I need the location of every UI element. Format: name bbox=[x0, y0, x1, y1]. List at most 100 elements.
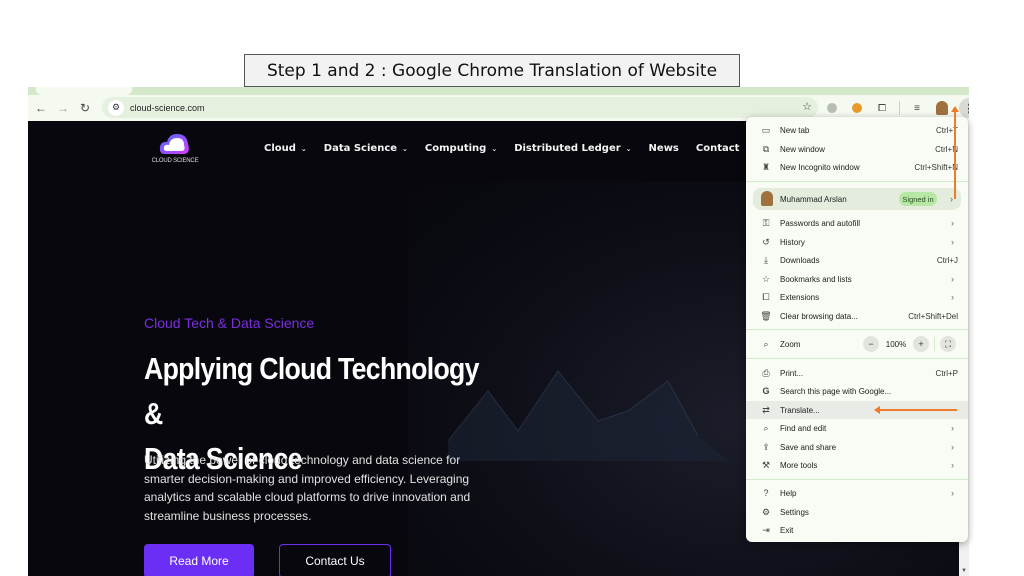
nav-cloud[interactable]: Cloud ⌄ bbox=[264, 143, 307, 154]
menu-shortcut: Ctrl+P bbox=[935, 368, 958, 378]
hero-eyebrow: Cloud Tech & Data Science bbox=[144, 315, 315, 331]
nav-data-science[interactable]: Data Science ⌄ bbox=[324, 143, 408, 154]
menu-downloads[interactable]: ⤓ Downloads Ctrl+J bbox=[746, 251, 968, 269]
nav-label: Cloud bbox=[264, 143, 296, 154]
profile-avatar-icon[interactable] bbox=[934, 100, 950, 116]
star-icon: ☆ bbox=[761, 273, 771, 284]
hero-description: Utilizing the power of cloud technology … bbox=[144, 453, 471, 523]
chevron-right-icon: › bbox=[951, 237, 954, 247]
menu-label: Clear browsing data... bbox=[780, 311, 858, 321]
nav-label: Contact bbox=[695, 143, 740, 154]
menu-label: History bbox=[780, 237, 805, 247]
menu-label: New Incognito window bbox=[780, 162, 860, 172]
menu-profile[interactable]: Muhammad Arslan Signed in › bbox=[753, 188, 961, 210]
menu-find-edit[interactable]: ⌕ Find and edit › bbox=[746, 419, 968, 437]
back-button[interactable]: ← bbox=[30, 97, 52, 119]
menu-new-window[interactable]: ⧉ New window Ctrl+N bbox=[746, 140, 968, 158]
fullscreen-button[interactable]: ⛶ bbox=[940, 336, 956, 352]
menu-print[interactable]: ⎙ Print... Ctrl+P bbox=[746, 364, 968, 382]
menu-shortcut: Ctrl+Shift+Del bbox=[908, 311, 958, 321]
forward-button[interactable]: → bbox=[52, 97, 74, 119]
download-icon: ⤓ bbox=[764, 254, 768, 265]
help-icon: ? bbox=[763, 488, 769, 498]
new-tab-icon: ▭ bbox=[761, 124, 771, 135]
menu-help[interactable]: ? Help › bbox=[746, 484, 968, 502]
menu-shortcut: Ctrl+Shift+N bbox=[914, 162, 958, 172]
menu-label: Help bbox=[780, 488, 797, 498]
translate-icon: ⇄ bbox=[762, 404, 770, 415]
find-icon: ⌕ bbox=[763, 422, 769, 433]
media-controls-icon[interactable]: ≡ bbox=[909, 100, 925, 116]
read-more-button[interactable]: Read More bbox=[144, 544, 254, 576]
menu-label: Extensions bbox=[780, 292, 820, 302]
menu-label: Search this page with Google... bbox=[780, 386, 892, 396]
menu-new-tab[interactable]: ▭ New tab Ctrl+T bbox=[746, 121, 968, 139]
exit-icon: ⇥ bbox=[762, 524, 770, 535]
menu-label: More tools bbox=[780, 460, 818, 470]
menu-exit[interactable]: ⇥ Exit bbox=[746, 521, 968, 539]
logo-text: CLOUD SCIENCE bbox=[151, 158, 199, 164]
menu-zoom: ⌕ Zoom − 100% + ⛶ bbox=[746, 335, 968, 353]
chrome-main-menu: ▭ New tab Ctrl+T ⧉ New window Ctrl+N ♜ New In… bbox=[746, 117, 968, 542]
google-icon: G bbox=[762, 386, 770, 396]
step-caption: Step 1 and 2 : Google Chrome Translation… bbox=[244, 54, 740, 87]
menu-extensions[interactable]: ⧠ Extensions › bbox=[746, 288, 968, 306]
trash-icon: 🗑 bbox=[760, 310, 772, 321]
printer-icon: ⎙ bbox=[762, 367, 770, 378]
incognito-icon: ♜ bbox=[761, 161, 771, 172]
menu-label: Settings bbox=[780, 507, 809, 517]
menu-search-google[interactable]: G Search this page with Google... bbox=[746, 382, 968, 400]
nav-label: Computing bbox=[424, 143, 487, 154]
site-info-icon[interactable]: ⚙ bbox=[108, 99, 124, 116]
menu-settings[interactable]: ⚙ Settings bbox=[746, 503, 968, 521]
nav-distributed-ledger[interactable]: Distributed Ledger ⌄ bbox=[514, 143, 631, 154]
menu-label: Translate... bbox=[780, 405, 820, 415]
chevron-right-icon: › bbox=[950, 194, 953, 204]
save-share-icon: ⇪ bbox=[762, 441, 770, 452]
extension-orange-icon[interactable] bbox=[849, 100, 865, 116]
chevron-down-icon: ⌄ bbox=[402, 144, 408, 153]
scroll-down-icon[interactable]: ▼ bbox=[961, 568, 967, 574]
contact-us-button[interactable]: Contact Us bbox=[279, 544, 391, 576]
zoom-in-button[interactable]: + bbox=[913, 336, 929, 352]
url-text[interactable]: cloud-science.com bbox=[130, 103, 205, 113]
menu-label: Exit bbox=[780, 525, 794, 535]
site-navigation: Cloud ⌄ Data Science ⌄ Computing ⌄ Distribu… bbox=[264, 143, 750, 154]
menu-more-tools[interactable]: ⚒ More tools › bbox=[746, 456, 968, 474]
menu-divider bbox=[746, 181, 968, 182]
chevron-right-icon: › bbox=[951, 460, 954, 470]
menu-save-share[interactable]: ⇪ Save and share › bbox=[746, 438, 968, 456]
forward-arrow-icon: → bbox=[57, 101, 69, 115]
address-bar[interactable]: ⚙ cloud-science.com ☆ bbox=[102, 97, 818, 118]
chrome-menu-button[interactable]: ⋮ bbox=[959, 98, 969, 118]
menu-label: Zoom bbox=[780, 339, 801, 349]
nav-label: Distributed Ledger bbox=[514, 143, 621, 154]
zoom-level: 100% bbox=[885, 339, 907, 349]
menu-clear-data[interactable]: 🗑 Clear browsing data... Ctrl+Shift+Del bbox=[746, 307, 968, 325]
chevron-down-icon: ⌄ bbox=[300, 144, 307, 153]
menu-label: Save and share bbox=[780, 442, 837, 452]
menu-history[interactable]: ↺ History › bbox=[746, 233, 968, 251]
chevron-right-icon: › bbox=[951, 218, 954, 228]
reload-button[interactable]: ↻ bbox=[74, 97, 96, 119]
menu-label: Print... bbox=[780, 368, 804, 378]
extensions-puzzle-icon[interactable]: ⧠ bbox=[874, 100, 890, 116]
chevron-right-icon: › bbox=[951, 488, 954, 498]
menu-divider bbox=[746, 329, 968, 330]
annotation-arrow-to-translate bbox=[874, 406, 957, 414]
zoom-out-button[interactable]: − bbox=[863, 336, 879, 352]
menu-passwords[interactable]: ⚿ Passwords and autofill › bbox=[746, 214, 968, 232]
menu-bookmarks[interactable]: ☆ Bookmarks and lists › bbox=[746, 270, 968, 288]
nav-label: News bbox=[648, 143, 679, 154]
nav-computing[interactable]: Computing ⌄ bbox=[425, 143, 497, 154]
chevron-right-icon: › bbox=[951, 292, 954, 302]
menu-label: Downloads bbox=[780, 255, 820, 265]
nav-news[interactable]: News bbox=[649, 143, 679, 154]
site-logo[interactable]: CLOUD SCIENCE bbox=[143, 131, 213, 171]
active-tab[interactable] bbox=[36, 87, 132, 95]
bookmark-star-icon[interactable]: ☆ bbox=[802, 100, 812, 113]
menu-new-incognito[interactable]: ♜ New Incognito window Ctrl+Shift+N bbox=[746, 158, 968, 176]
extension-grey-icon[interactable] bbox=[824, 100, 840, 116]
menu-label: New tab bbox=[780, 125, 810, 135]
nav-contact[interactable]: Contact⌄ bbox=[696, 143, 750, 154]
